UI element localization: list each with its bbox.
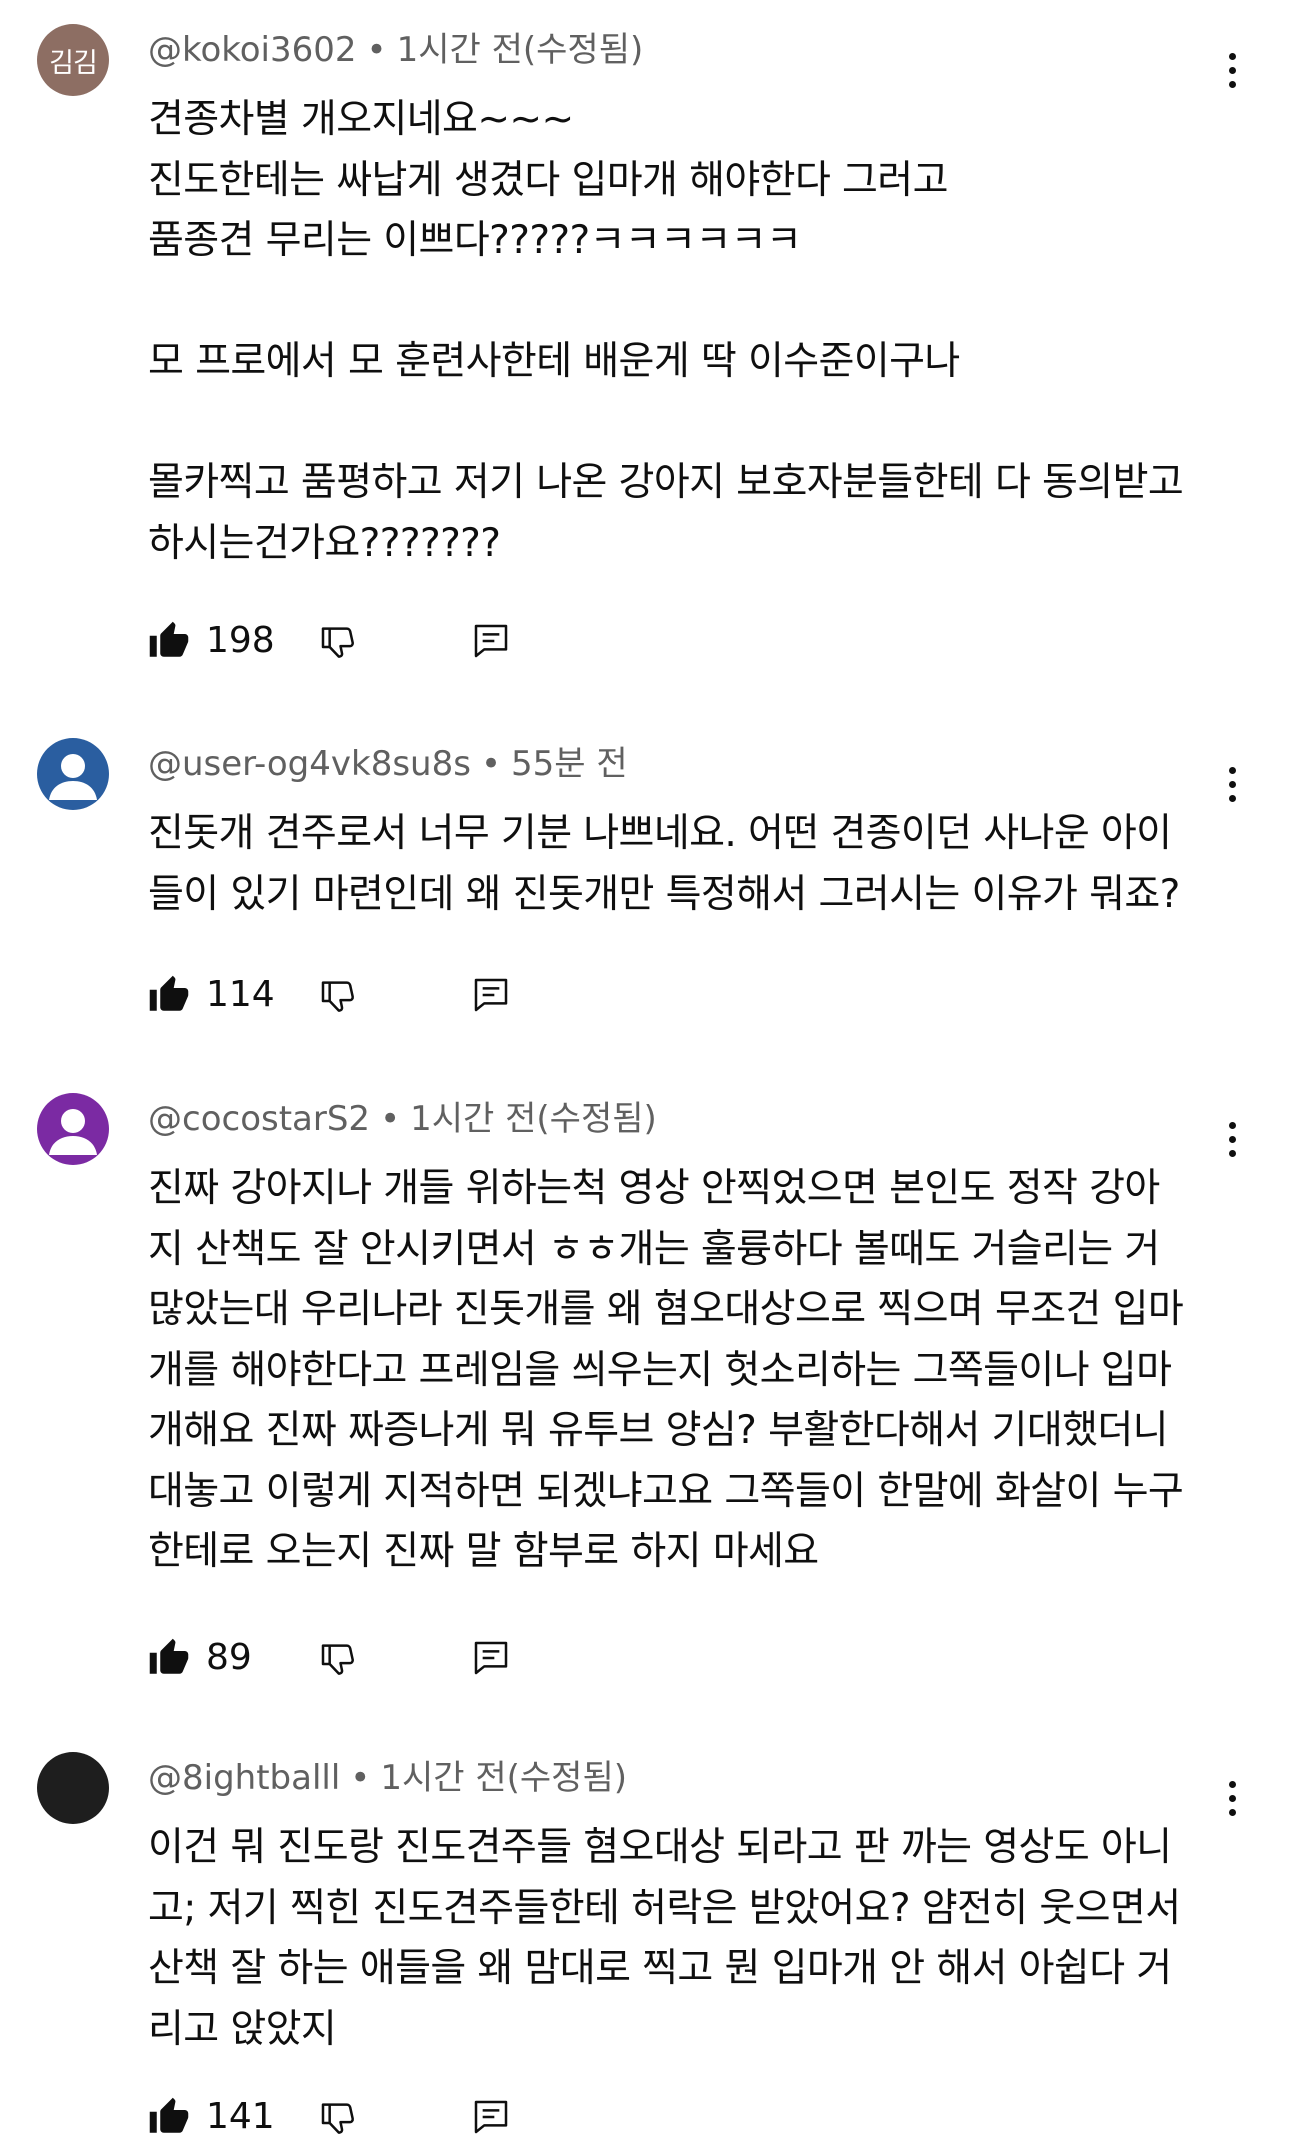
thumbs-down-icon[interactable] — [318, 2098, 358, 2138]
comment-time[interactable]: 55분 전 — [511, 744, 628, 784]
comment-author[interactable]: @kokoi3602 — [148, 30, 357, 70]
avatar[interactable] — [37, 738, 109, 810]
reply-icon[interactable] — [471, 2097, 511, 2137]
person-icon — [49, 1109, 97, 1155]
avatar-initials: 김김 — [49, 47, 98, 79]
comment-time[interactable]: 1시간 전(수정됨) — [397, 30, 644, 70]
thumbs-up-icon[interactable] — [148, 2096, 190, 2138]
comment-text: 견종차별 개오지네요~~~ 진도한테는 싸납게 생겼다 입마개 해야한다 그러고… — [148, 97, 1184, 566]
comment-time[interactable]: 1시간 전(수정됨) — [380, 1758, 627, 1798]
like-count: 198 — [206, 620, 275, 661]
thumbs-down-icon[interactable] — [318, 976, 358, 1016]
person-icon — [49, 754, 97, 800]
separator-dot: • — [380, 1099, 401, 1139]
comment-actions: 89 — [148, 1627, 648, 1687]
comment-author[interactable]: @8ightballl — [148, 1758, 340, 1798]
like-count: 114 — [206, 974, 275, 1015]
comment-actions: 141 — [148, 2086, 648, 2146]
separator-dot: • — [366, 30, 387, 70]
avatar[interactable] — [37, 1093, 109, 1165]
reply-icon[interactable] — [471, 975, 511, 1015]
reply-icon[interactable] — [471, 621, 511, 661]
comment-time[interactable]: 1시간 전(수정됨) — [410, 1099, 657, 1139]
thumbs-up-icon[interactable] — [148, 620, 190, 662]
reply-icon[interactable] — [471, 1638, 511, 1678]
comment-text: 진짜 강아지나 개들 위하는척 영상 안찍었으면 본인도 정작 강아 지 산책도… — [148, 1166, 1184, 1574]
thumbs-down-icon[interactable] — [318, 622, 358, 662]
like-count: 141 — [206, 2096, 275, 2137]
like-count: 89 — [206, 1637, 252, 1678]
comment-meta: @8ightballl • 1시간 전(수정됨) — [148, 1758, 627, 1798]
comment-author[interactable]: @user-og4vk8su8s — [148, 744, 471, 784]
comment-meta: @user-og4vk8su8s • 55분 전 — [148, 744, 628, 784]
comment-meta: @kokoi3602 • 1시간 전(수정됨) — [148, 30, 643, 70]
separator-dot: • — [480, 744, 502, 784]
avatar[interactable]: 김김 — [37, 24, 109, 96]
thumbs-up-icon[interactable] — [148, 974, 190, 1016]
comment-author[interactable]: @cocostarS2 — [148, 1099, 370, 1139]
comment-meta: @cocostarS2 • 1시간 전(수정됨) — [148, 1099, 657, 1139]
separator-dot: • — [350, 1758, 371, 1798]
comment-text: 진돗개 견주로서 너무 기분 나쁘네요. 어떤 견종이던 사나운 아이 들이 있… — [148, 811, 1180, 917]
comment-actions: 114 — [148, 964, 648, 1024]
thumbs-down-icon[interactable] — [318, 1639, 358, 1679]
comment-text: 이건 뭐 진도랑 진도견주들 혐오대상 되라고 판 까는 영상도 아니 고; 저… — [148, 1825, 1181, 2052]
comment-actions: 198 — [148, 610, 648, 670]
avatar[interactable] — [37, 1752, 109, 1824]
thumbs-up-icon[interactable] — [148, 1637, 190, 1679]
